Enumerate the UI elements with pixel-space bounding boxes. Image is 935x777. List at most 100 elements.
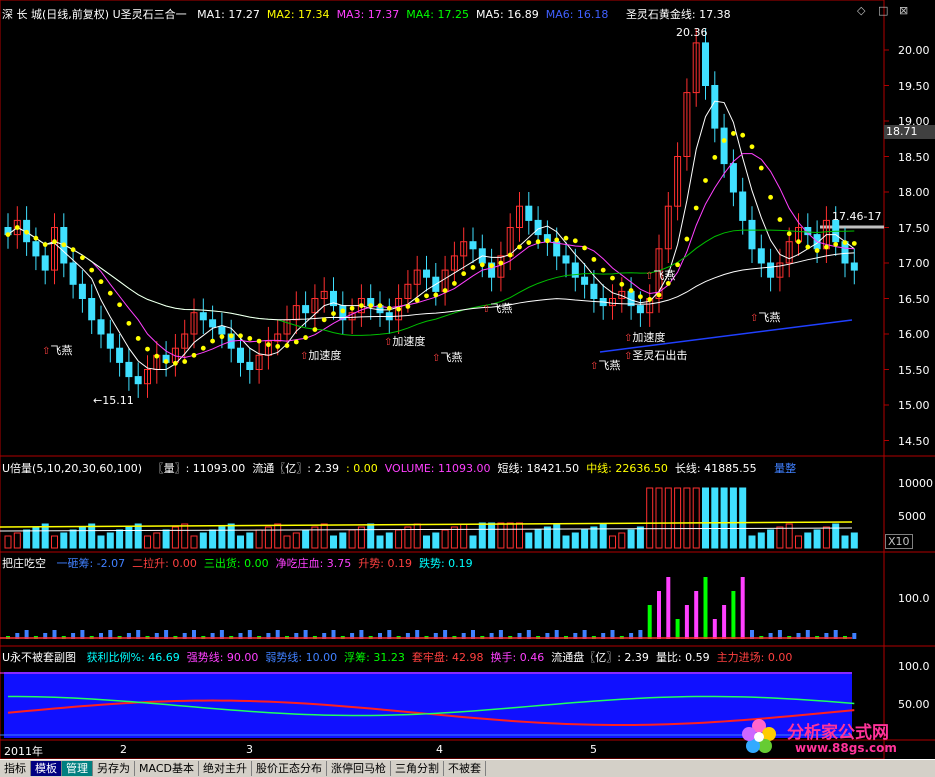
- golden-line-dot: [749, 144, 755, 150]
- golden-line-dot: [70, 247, 76, 253]
- main-header: 深 长 城(日线,前复权) U圣灵石三合一 MA1: 17.27 MA2: 17.…: [2, 6, 738, 22]
- chart-canvas[interactable]: [0, 0, 935, 759]
- golden-line-dot: [768, 194, 773, 200]
- panel3-axis-100: 100.0: [898, 592, 930, 605]
- candle-body: [581, 276, 589, 285]
- price-line-label: 17.46-17: [832, 210, 882, 223]
- golden-line-dot: [52, 239, 57, 245]
- golden-line-dot: [517, 244, 522, 250]
- volume-bar: [469, 535, 477, 549]
- volume-bar: [543, 526, 551, 549]
- golden-line-dot: [442, 288, 448, 293]
- volume-bar: [339, 532, 347, 549]
- volume-bar: [506, 522, 514, 549]
- golden-line-dot: [349, 305, 355, 311]
- indicator-bar: [675, 619, 680, 639]
- annotation-label: 飞燕: [440, 351, 463, 364]
- volume-bar: [804, 532, 812, 549]
- volume-bar: [302, 529, 310, 549]
- candle-body: [218, 326, 226, 335]
- golden-line-dot: [126, 320, 132, 326]
- toolbar-button[interactable]: 指标: [0, 761, 31, 776]
- candle-body: [767, 262, 775, 278]
- toolbar-button[interactable]: 另存为: [93, 761, 135, 776]
- signal-annotation: ⇧飞燕: [42, 342, 72, 358]
- toolbar-button[interactable]: 涨停回马枪: [327, 761, 391, 776]
- panel3-item-4: 升势: 0.19: [358, 557, 412, 570]
- toolbar-button[interactable]: 不被套: [444, 761, 486, 776]
- ma-value-5: MA5: 16.89: [476, 8, 539, 21]
- golden-line-dot: [479, 262, 485, 268]
- restore-icon[interactable]: □: [878, 4, 888, 17]
- toolbar-button[interactable]: 绝对主升: [199, 761, 252, 776]
- candle-body: [562, 255, 570, 264]
- price-tick: 17.00: [898, 257, 930, 270]
- volume-bar: [423, 535, 430, 549]
- golden-line-dot: [470, 265, 476, 270]
- golden-line-dot: [33, 235, 39, 241]
- candle-body: [534, 219, 542, 236]
- golden-line-dot: [210, 338, 216, 344]
- volume-bar: [795, 535, 802, 549]
- volume-bar: [181, 523, 189, 549]
- toolbar-button[interactable]: 管理: [62, 761, 93, 776]
- bottom-toolbar: 指标 模板 管理 另存为 MACD基本 绝对主升 股价正态分布 涨停回马枪 三角分割 不被套: [0, 759, 935, 777]
- golden-line-dot: [591, 257, 597, 262]
- indicator-bar: [657, 591, 661, 639]
- candle-body: [748, 219, 756, 250]
- current-price-tag: 18.71: [884, 125, 935, 139]
- volume-bar: [562, 535, 570, 549]
- ma-line: [7, 153, 855, 358]
- price-tick: 16.50: [898, 292, 930, 306]
- watermark-url: www.88gs.com: [795, 741, 897, 755]
- golden-line-dot: [833, 241, 839, 247]
- volume-bar: [348, 529, 356, 549]
- golden-line-dot: [619, 281, 625, 287]
- toolbar-button[interactable]: 三角分割: [391, 761, 444, 776]
- golden-line-dot: [796, 239, 801, 245]
- indicator-bar: [666, 577, 671, 639]
- volume-bar: [441, 529, 449, 549]
- annotation-label: 飞燕: [653, 269, 676, 282]
- toolbar-button[interactable]: 股价正态分布: [252, 761, 327, 776]
- candle-body: [88, 298, 96, 321]
- signal-annotation: ⇧飞燕: [645, 267, 675, 283]
- volume-tag[interactable]: 量整: [774, 462, 796, 475]
- volume-bar: [246, 532, 254, 549]
- volume-bar: [664, 487, 672, 549]
- golden-line-dot: [275, 344, 281, 349]
- volume-bar: [636, 526, 644, 549]
- volume-item-4: 短线: 18421.50: [497, 462, 580, 475]
- golden-line-dot: [489, 263, 494, 269]
- golden-line-dot: [824, 244, 829, 250]
- diamond-icon[interactable]: ◇: [857, 4, 865, 17]
- golden-line-dot: [368, 303, 374, 308]
- candle-body: [423, 269, 430, 278]
- volume-bar: [516, 522, 523, 549]
- price-tick: 20.00: [898, 44, 930, 57]
- golden-line-dot: [386, 305, 392, 311]
- golden-line-dot: [424, 293, 429, 299]
- golden-line-value: 圣灵石黄金线: 17.38: [625, 8, 731, 21]
- close-icon[interactable]: ⊠: [899, 4, 908, 17]
- candle-body: [97, 319, 105, 335]
- golden-line-dot: [703, 178, 708, 183]
- volume-bar: [711, 487, 719, 549]
- main-title: 深 长 城(日线,前复权) U圣灵石三合一: [2, 8, 187, 21]
- candle-body: [702, 42, 709, 86]
- volume-axis-10000: 10000: [898, 477, 933, 490]
- volume-bar: [581, 529, 589, 549]
- indicator-bar: [852, 633, 857, 639]
- annotation-label: 飞燕: [50, 344, 73, 357]
- golden-line-dot: [61, 242, 67, 248]
- date-tick: 2: [120, 743, 127, 756]
- price-tick: 15.50: [898, 363, 930, 377]
- toolbar-button[interactable]: MACD基本: [135, 761, 199, 776]
- volume-header: U倍量(5,10,20,30,60,100) 〖量〗: 11093.00 流通〖亿…: [2, 460, 803, 476]
- signal-annotation: ⇧圣灵石出击: [624, 347, 687, 363]
- date-tick: 3: [246, 743, 253, 756]
- ma-value-1: MA1: 17.27: [197, 8, 260, 21]
- indicator-bar: [712, 619, 717, 639]
- toolbar-button[interactable]: 模板: [31, 761, 62, 776]
- price-tick: 18.00: [898, 186, 930, 199]
